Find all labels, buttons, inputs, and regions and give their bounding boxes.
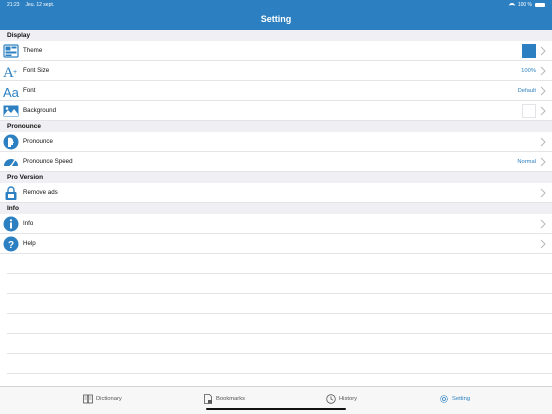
settings-screen: 21:23 Jeu. 12 sept. 100 % Setting Displa… (0, 0, 552, 414)
empty-row (7, 274, 552, 294)
clock-icon (326, 394, 336, 404)
bookmark-icon (204, 394, 212, 404)
row-font-size[interactable]: A + Font Size 100% (0, 61, 552, 81)
header: 21:23 Jeu. 12 sept. 100 % Setting (0, 0, 552, 30)
page-title: Setting (260, 14, 292, 24)
row-font[interactable]: Aa Font Default (0, 81, 552, 101)
row-remove-ads[interactable]: Remove ads (0, 183, 552, 203)
row-label: Info (23, 220, 34, 227)
row-label: Background (23, 107, 57, 114)
svg-text:+: + (13, 69, 17, 76)
status-bar-left: 21:23 Jeu. 12 sept. (7, 2, 54, 8)
font-icon: Aa (3, 83, 19, 99)
background-icon (3, 103, 19, 119)
background-swatch (522, 104, 536, 118)
row-label: Remove ads (23, 189, 58, 196)
chevron-right-icon (540, 157, 546, 167)
remove-ads-icon (3, 185, 19, 201)
chevron-right-icon (540, 137, 546, 147)
tab-history[interactable]: History (326, 394, 357, 404)
svg-text:?: ? (8, 240, 14, 251)
row-value: Default (517, 87, 536, 94)
font-size-icon: A + (3, 63, 19, 79)
row-value: Normal (517, 158, 536, 165)
pronounce-icon (3, 134, 19, 150)
wifi-icon (508, 3, 515, 7)
row-label: Font Size (23, 67, 50, 74)
settings-list: Display Theme A + Font Size 100% Aa Font … (0, 30, 552, 374)
tab-label: Setting (452, 396, 471, 402)
section-header-pronounce: Pronounce (0, 121, 552, 132)
status-time: 21:23 (7, 2, 20, 8)
row-pronounce[interactable]: Pronounce (0, 132, 552, 152)
tab-label: History (339, 396, 358, 402)
svg-text:Aa: Aa (3, 85, 19, 99)
row-pronounce-speed[interactable]: Pronounce Speed Normal (0, 152, 552, 172)
info-icon (3, 216, 19, 232)
tab-label: Dictionary (96, 396, 122, 402)
chevron-right-icon (540, 188, 546, 198)
chevron-right-icon (540, 239, 546, 249)
status-bar-right: 100 % (508, 2, 545, 8)
row-background[interactable]: Background (0, 101, 552, 121)
empty-row (7, 314, 552, 334)
row-label: Pronounce Speed (23, 158, 73, 165)
home-indicator (206, 408, 346, 410)
help-icon: ? (3, 236, 19, 252)
chevron-right-icon (540, 219, 546, 229)
theme-color-swatch (522, 44, 536, 58)
speedometer-icon (3, 154, 19, 170)
section-header-info: Info (0, 203, 552, 214)
empty-row (7, 294, 552, 314)
tab-dictionary[interactable]: Dictionary (83, 394, 122, 404)
row-label: Theme (23, 47, 43, 54)
empty-row (7, 254, 552, 274)
section-header-pro-version: Pro Version (0, 172, 552, 183)
tab-bookmarks[interactable]: Bookmarks (203, 394, 245, 404)
chevron-right-icon (540, 66, 546, 76)
status-date: Jeu. 12 sept. (25, 2, 55, 8)
tab-label: Bookmarks (216, 396, 245, 402)
row-label: Font (23, 87, 36, 94)
row-value: 100% (521, 67, 536, 74)
chevron-right-icon (540, 106, 546, 116)
row-label: Help (23, 240, 36, 247)
book-icon (83, 394, 93, 404)
gear-icon (440, 395, 448, 403)
section-header-display: Display (0, 30, 552, 41)
row-label: Pronounce (23, 138, 53, 145)
row-help[interactable]: ? Help (0, 234, 552, 254)
tab-setting[interactable]: Setting (439, 394, 470, 404)
row-theme[interactable]: Theme (0, 41, 552, 61)
chevron-right-icon (540, 46, 546, 56)
battery-percent: 100 % (517, 2, 532, 8)
empty-row (7, 334, 552, 354)
battery-icon (535, 3, 545, 7)
empty-row (7, 354, 552, 374)
theme-icon (3, 43, 19, 59)
chevron-right-icon (540, 86, 546, 96)
row-info[interactable]: Info (0, 214, 552, 234)
